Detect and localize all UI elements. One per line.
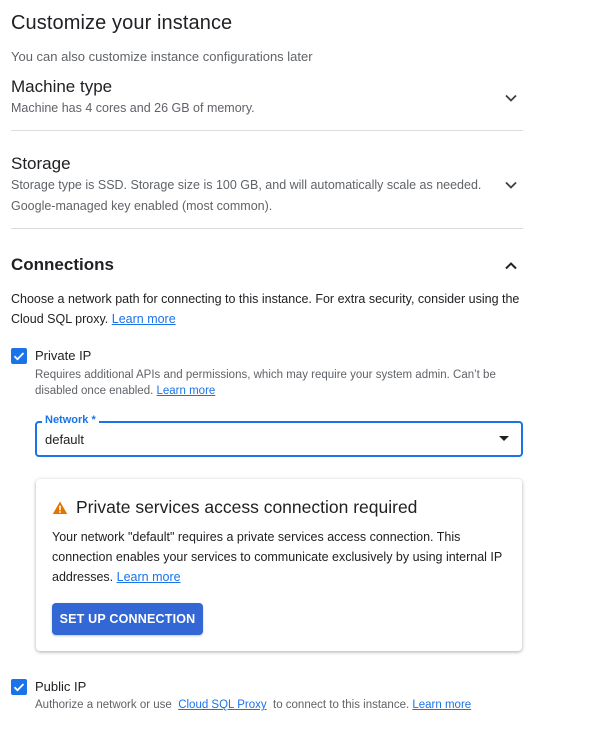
network-label: Network * [42,414,99,426]
storage-description-line2: Google-managed key enabled (most common)… [11,199,273,213]
dropdown-arrow-icon [499,436,509,441]
network-select[interactable]: Network * default [35,414,523,457]
public-ip-checkbox[interactable] [11,679,27,695]
machine-type-description: Machine has 4 cores and 26 GB of memory. [11,101,255,115]
private-ip-checkbox[interactable] [11,348,27,364]
private-ip-description-text: Requires additional APIs and permissions… [35,369,496,397]
public-ip-desc-suffix: to connect to this instance. [273,699,410,711]
public-ip-desc-prefix: Authorize a network or use [35,699,172,711]
machine-type-title: Machine type [11,77,113,96]
warning-icon [52,500,68,516]
alert-title: Private services access connection requi… [76,497,418,517]
public-ip-description: Authorize a network or use Cloud SQL Pro… [35,697,525,713]
divider [11,130,523,131]
public-ip-learn-more-link[interactable]: Learn more [412,699,471,711]
machine-type-expand-chevron-down-icon[interactable] [501,88,521,108]
set-up-connection-button[interactable]: SET UP CONNECTION [52,603,203,635]
private-ip-learn-more-link[interactable]: Learn more [157,385,216,397]
page-subtitle: You can also customize instance configur… [11,49,313,64]
connections-title: Connections [11,255,114,274]
private-ip-description: Requires additional APIs and permissions… [35,367,525,399]
network-value: default [45,432,85,447]
cloud-sql-proxy-link[interactable]: Cloud SQL Proxy [178,699,266,711]
storage-description-line1: Storage type is SSD. Storage size is 100… [11,178,482,192]
alert-learn-more-link[interactable]: Learn more [117,570,181,584]
connections-intro-text: Choose a network path for connecting to … [11,292,520,326]
connections-learn-more-link[interactable]: Learn more [112,312,176,326]
storage-title: Storage [11,154,71,173]
alert-title-row: Private services access connection requi… [52,497,417,518]
storage-expand-chevron-down-icon[interactable] [501,175,521,195]
divider [11,228,523,229]
page-title: Customize your instance [11,12,233,34]
alert-text: Your network "default" requires a privat… [52,527,512,587]
private-ip-label: Private IP [35,348,92,363]
connections-collapse-chevron-up-icon[interactable] [501,256,521,276]
private-services-alert-card: Private services access connection requi… [36,479,522,651]
connections-intro: Choose a network path for connecting to … [11,289,526,329]
public-ip-label: Public IP [35,679,87,694]
